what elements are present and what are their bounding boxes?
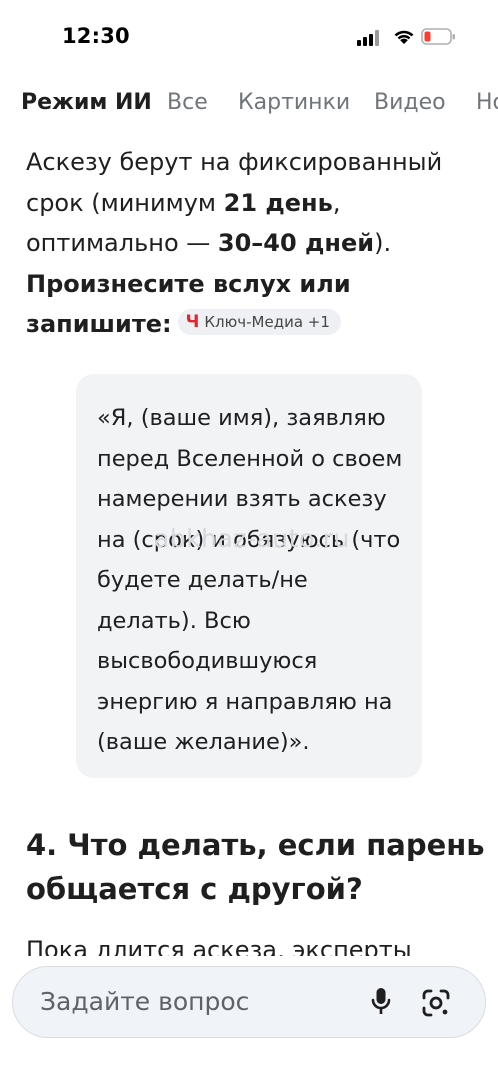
status-time: 12:30	[62, 24, 130, 48]
section-heading: 4. Что делать, если парень общается с др…	[26, 828, 485, 906]
quote-text: «Я, (ваше имя), заявляю перед Вселенной …	[97, 405, 403, 755]
tab-videos[interactable]: Видео	[374, 90, 446, 115]
search-tabs: Режим ИИ Все Картинки Видео Но	[0, 86, 498, 126]
tab-images[interactable]: Картинки	[238, 90, 350, 115]
status-bar: 12:30	[0, 0, 498, 72]
tab-all[interactable]: Все	[167, 90, 208, 115]
answer-text: ).	[374, 229, 392, 257]
wifi-icon	[394, 30, 414, 44]
source-logo-icon: Ч	[185, 312, 200, 332]
ask-bar[interactable]: Задайте вопрос	[12, 966, 486, 1038]
google-lens-icon[interactable]	[422, 989, 450, 1017]
answer-bold-text: 30–40 дней	[217, 229, 375, 257]
source-chip[interactable]: Ч Ключ-Медиа +1	[177, 309, 341, 335]
tab-news[interactable]: Но	[476, 90, 498, 115]
tab-ai-mode[interactable]: Режим ИИ	[21, 90, 152, 115]
ask-input[interactable]: Задайте вопрос	[40, 987, 249, 1016]
watermark: abkhaz-auto.ru	[154, 524, 350, 553]
source-chip-label: Ключ-Медиа +1	[204, 313, 330, 331]
quote-card: «Я, (ваше имя), заявляю перед Вселенной …	[76, 374, 422, 778]
answer-paragraph: Аскезу берут на фиксированный срок (мини…	[26, 142, 476, 345]
cellular-signal-icon	[357, 30, 379, 46]
answer-bold-text: 21 день	[223, 188, 333, 217]
ai-answer: Аскезу берут на фиксированный срок (мини…	[26, 142, 476, 345]
microphone-icon[interactable]	[371, 987, 391, 1017]
battery-icon	[421, 28, 455, 45]
